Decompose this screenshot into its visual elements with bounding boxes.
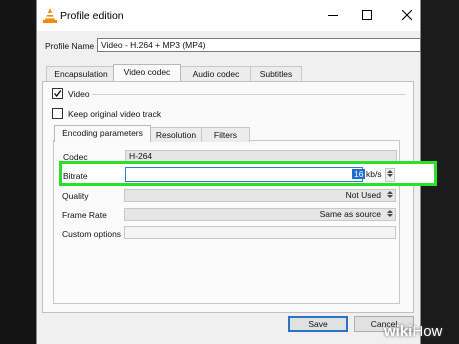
backdrop-left bbox=[0, 0, 36, 344]
quality-label: Quality bbox=[62, 191, 89, 201]
close-button[interactable] bbox=[391, 0, 423, 31]
minimize-icon bbox=[328, 15, 338, 16]
save-button[interactable]: Save bbox=[288, 316, 348, 332]
bitrate-label: Bitrate bbox=[63, 171, 88, 181]
tab-subtitles[interactable]: Subtitles bbox=[250, 66, 302, 81]
custom-options-label: Custom options bbox=[62, 229, 122, 239]
bitrate-unit: kb/s bbox=[366, 169, 382, 179]
tab-audio-codec[interactable]: Audio codec bbox=[180, 66, 252, 81]
tab-encapsulation[interactable]: Encapsulation bbox=[46, 66, 116, 81]
window-title: Profile edition bbox=[60, 10, 124, 22]
maximize-icon bbox=[362, 10, 372, 20]
frame-rate-spinner-icon[interactable] bbox=[386, 210, 394, 219]
tab-video-codec[interactable]: Video codec bbox=[113, 64, 181, 81]
bitrate-spinner[interactable] bbox=[385, 168, 395, 182]
spinner-arrows-icon bbox=[386, 170, 394, 179]
subtab-encoding-parameters[interactable]: Encoding parameters bbox=[54, 125, 151, 142]
subtab-filters[interactable]: Filters bbox=[201, 127, 250, 142]
checkmark-icon bbox=[54, 90, 62, 98]
video-checkbox-label: Video bbox=[68, 89, 90, 99]
quality-spinner-icon[interactable] bbox=[386, 191, 394, 200]
custom-options-input[interactable] bbox=[124, 226, 396, 239]
profile-name-label: Profile Name bbox=[45, 41, 95, 51]
bitrate-input[interactable] bbox=[125, 167, 363, 182]
subtab-resolution[interactable]: Resolution bbox=[149, 127, 203, 142]
bitrate-value: 16 bbox=[352, 169, 366, 179]
profile-name-input[interactable]: Video - H.264 + MP3 (MP4) bbox=[97, 38, 421, 52]
minimize-button[interactable] bbox=[317, 0, 349, 31]
frame-rate-value: Same as source bbox=[319, 209, 381, 219]
keep-original-label: Keep original video track bbox=[68, 109, 162, 119]
frame-rate-select[interactable]: Same as source bbox=[124, 208, 396, 221]
close-icon bbox=[402, 10, 412, 20]
quality-value: Not Used bbox=[345, 190, 381, 200]
video-checkbox[interactable] bbox=[52, 88, 63, 99]
keep-original-checkbox[interactable] bbox=[52, 108, 63, 119]
wikihow-watermark: wikiHow bbox=[384, 323, 443, 340]
title-bar[interactable]: Profile edition bbox=[37, 0, 420, 31]
video-group-divider bbox=[92, 94, 406, 95]
vlc-cone-icon bbox=[43, 8, 57, 23]
frame-rate-label: Frame Rate bbox=[62, 210, 107, 220]
quality-select[interactable]: Not Used bbox=[124, 189, 396, 202]
maximize-button[interactable] bbox=[351, 0, 383, 31]
